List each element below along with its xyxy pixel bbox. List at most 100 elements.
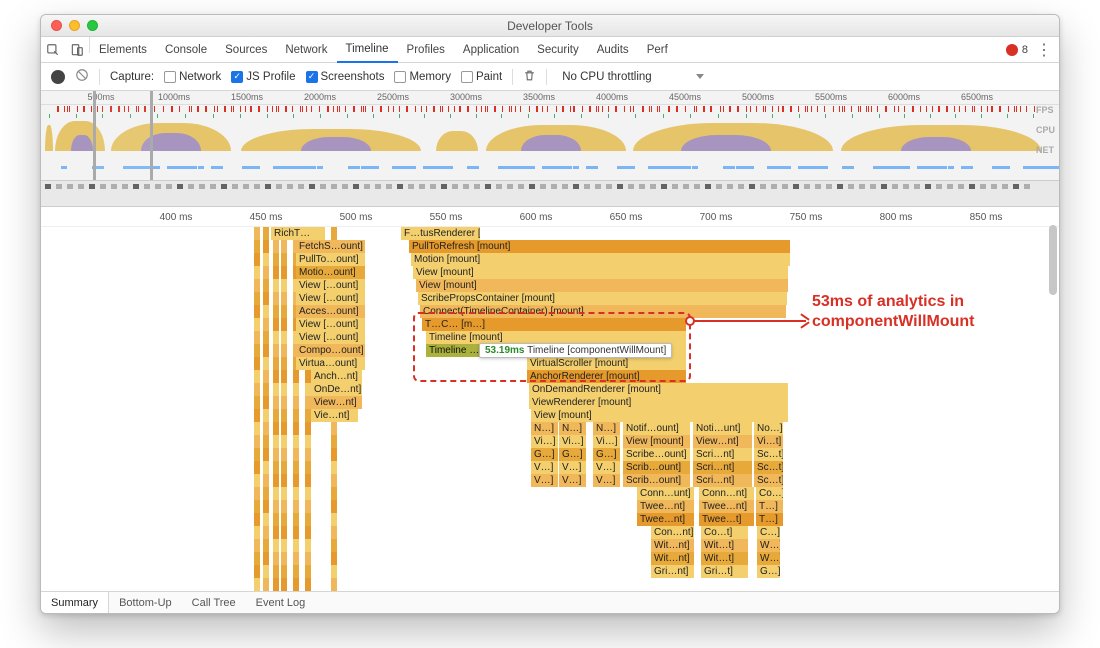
flame-bar[interactable]: ViewRenderer [mount] bbox=[529, 396, 789, 409]
flame-bar[interactable]: V…] bbox=[559, 461, 587, 474]
flame-bar[interactable]: Conn…unt] bbox=[637, 487, 695, 500]
flame-bar[interactable]: Vi…] bbox=[593, 435, 621, 448]
tab-profiles[interactable]: Profiles bbox=[398, 37, 454, 62]
tab-network[interactable]: Network bbox=[276, 37, 336, 62]
flame-bar[interactable]: N…] bbox=[531, 422, 559, 435]
flame-bar[interactable]: T…C… [m…] bbox=[422, 318, 687, 331]
flame-bar[interactable]: Twee…nt] bbox=[699, 500, 755, 513]
capture-paint-checkbox[interactable]: Paint bbox=[461, 71, 502, 83]
flame-bar[interactable]: G…] bbox=[559, 448, 587, 461]
flame-bar[interactable]: Gri…t] bbox=[701, 565, 749, 578]
tab-perf[interactable]: Perf bbox=[638, 37, 677, 62]
flame-bar[interactable]: Acces…ount] bbox=[296, 305, 366, 318]
flame-bar[interactable]: G…] bbox=[593, 448, 621, 461]
error-badge[interactable]: 8 bbox=[1006, 44, 1028, 56]
device-toggle-icon[interactable] bbox=[65, 37, 89, 62]
flame-bar[interactable]: View […ount] bbox=[296, 318, 366, 331]
flame-bar[interactable]: Co…] bbox=[756, 487, 784, 500]
tab-elements[interactable]: Elements bbox=[90, 37, 156, 62]
flame-bar[interactable]: Con…nt] bbox=[651, 526, 695, 539]
flame-bar[interactable]: T…] bbox=[756, 500, 784, 513]
flame-bar[interactable]: V…] bbox=[559, 474, 587, 487]
garbage-collect-button[interactable] bbox=[523, 69, 536, 85]
flame-chart-area[interactable]: 400 ms450 ms500 ms550 ms600 ms650 ms700 … bbox=[41, 211, 1059, 591]
capture-screenshots-checkbox[interactable]: ✓Screenshots bbox=[306, 71, 385, 83]
flame-bar[interactable]: Scrib…ount] bbox=[623, 461, 691, 474]
flame-bar[interactable]: View […ount] bbox=[296, 292, 366, 305]
flame-bar[interactable]: Twee…t] bbox=[699, 513, 755, 526]
flame-bar[interactable]: Scribe…ount] bbox=[623, 448, 691, 461]
tab-security[interactable]: Security bbox=[528, 37, 588, 62]
flame-bar[interactable]: T…] bbox=[756, 513, 784, 526]
scrollbar-thumb[interactable] bbox=[1049, 225, 1057, 295]
flame-bar[interactable]: Twee…nt] bbox=[637, 500, 695, 513]
flame-bar[interactable]: Conn…nt] bbox=[699, 487, 755, 500]
capture-js-profile-checkbox[interactable]: ✓JS Profile bbox=[231, 71, 295, 83]
flame-bar[interactable]: Gri…nt] bbox=[651, 565, 695, 578]
flame-bar[interactable]: PullToRefresh [mount] bbox=[409, 240, 791, 253]
flame-bar[interactable]: W…] bbox=[757, 539, 781, 552]
tab-summary[interactable]: Summary bbox=[41, 592, 109, 613]
flame-bar[interactable]: View […ount] bbox=[296, 331, 366, 344]
flame-bar[interactable]: AnchorRenderer [mount] bbox=[527, 370, 687, 383]
tab-sources[interactable]: Sources bbox=[216, 37, 276, 62]
flame-bar[interactable]: Compo…ount] bbox=[296, 344, 366, 357]
flame-bar[interactable]: Co…t] bbox=[701, 526, 749, 539]
flame-bar[interactable]: Vi…t] bbox=[754, 435, 784, 448]
flame-bar[interactable]: Vi…] bbox=[531, 435, 559, 448]
flame-bar[interactable]: G…] bbox=[531, 448, 559, 461]
flame-bar[interactable]: OnDe…nt] bbox=[311, 383, 363, 396]
tab-audits[interactable]: Audits bbox=[588, 37, 638, 62]
flame-bar[interactable]: Noti…unt] bbox=[693, 422, 753, 435]
flame-bar[interactable]: V…] bbox=[531, 461, 559, 474]
flame-bar[interactable]: View…nt] bbox=[693, 435, 753, 448]
screenshot-strip[interactable] bbox=[41, 181, 1059, 207]
tab-console[interactable]: Console bbox=[156, 37, 216, 62]
tab-application[interactable]: Application bbox=[454, 37, 528, 62]
flame-bar[interactable]: View [mount] bbox=[623, 435, 691, 448]
flame-bar[interactable]: N…] bbox=[559, 422, 587, 435]
flame-bar[interactable]: Vi…] bbox=[559, 435, 587, 448]
flame-bar[interactable]: PullTo…ount] bbox=[296, 253, 366, 266]
flame-bar[interactable]: Scrib…ount] bbox=[623, 474, 691, 487]
flame-bar[interactable]: View…nt] bbox=[311, 396, 363, 409]
flame-bar[interactable]: View [mount] bbox=[413, 266, 789, 279]
flame-bar[interactable]: Scri…nt] bbox=[693, 474, 753, 487]
flame-bar[interactable]: No…] bbox=[754, 422, 784, 435]
flame-bar[interactable]: N…] bbox=[593, 422, 621, 435]
tab-event-log[interactable]: Event Log bbox=[246, 592, 316, 613]
flame-bar[interactable]: Sc…t] bbox=[754, 474, 784, 487]
flame-bar[interactable]: Wit…nt] bbox=[651, 539, 695, 552]
flame-bar[interactable]: Sc…t] bbox=[754, 448, 784, 461]
tab-bottom-up[interactable]: Bottom-Up bbox=[109, 592, 182, 613]
flame-bar[interactable]: V…] bbox=[531, 474, 559, 487]
clear-button[interactable] bbox=[75, 68, 89, 85]
flame-bar[interactable]: V…] bbox=[593, 474, 621, 487]
flame-bar[interactable]: VirtualScroller [mount] bbox=[527, 357, 687, 370]
flame-bar[interactable]: Notif…ount] bbox=[623, 422, 691, 435]
flame-bar[interactable]: F…tusRenderer [ bbox=[401, 227, 481, 240]
flame-bar[interactable]: Wit…nt] bbox=[651, 552, 695, 565]
flame-bar[interactable]: Sc…t] bbox=[754, 461, 784, 474]
flame-bar[interactable]: Virtua…ount] bbox=[296, 357, 366, 370]
flame-bar[interactable]: W…] bbox=[757, 552, 781, 565]
flame-bar[interactable]: Anch…nt] bbox=[311, 370, 363, 383]
capture-memory-checkbox[interactable]: Memory bbox=[394, 71, 451, 83]
flame-bar[interactable]: View [mount] bbox=[416, 279, 789, 292]
flame-bar[interactable]: Motion [mount] bbox=[411, 253, 791, 266]
tab-timeline[interactable]: Timeline bbox=[337, 37, 398, 63]
flame-bar[interactable]: Wit…t] bbox=[701, 539, 749, 552]
record-button[interactable] bbox=[51, 70, 65, 84]
cpu-throttle-select[interactable]: No CPU throttling bbox=[557, 69, 708, 85]
overview-strip[interactable]: 500ms1000ms1500ms2000ms2500ms3000ms3500m… bbox=[41, 91, 1059, 181]
flame-bar[interactable]: FetchS…ount] bbox=[296, 240, 366, 253]
flame-chart[interactable]: RichT…F…tusRenderer [FetchS…ount]PullToR… bbox=[41, 227, 1045, 591]
inspect-icon[interactable] bbox=[41, 37, 65, 62]
flame-bar[interactable]: Scri…nt] bbox=[693, 448, 753, 461]
more-menu-icon[interactable]: ⋮ bbox=[1036, 40, 1051, 60]
flame-bar[interactable]: Connect(TimelineContainer) [mount] bbox=[420, 305, 787, 318]
flame-bar[interactable]: G…] bbox=[757, 565, 781, 578]
flame-bar[interactable]: Vie…nt] bbox=[311, 409, 359, 422]
flame-bar[interactable]: View [mount] bbox=[531, 409, 789, 422]
flame-bar[interactable]: Scri…nt] bbox=[693, 461, 753, 474]
